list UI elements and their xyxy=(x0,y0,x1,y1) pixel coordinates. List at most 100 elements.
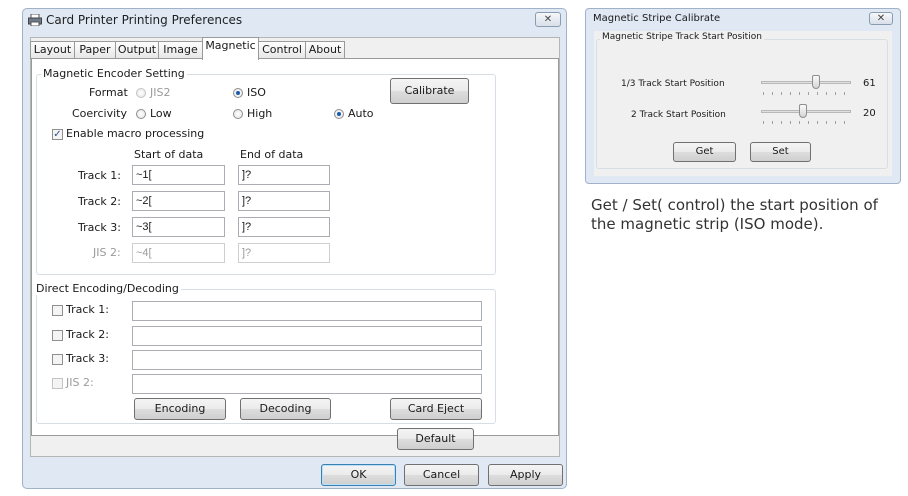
tab-control[interactable]: Control xyxy=(258,41,306,59)
direct-track3-input[interactable] xyxy=(132,350,482,370)
calibrate-window: Magnetic Stripe Calibrate ✕ Magnetic Str… xyxy=(585,8,901,184)
calibrate-close-button[interactable]: ✕ xyxy=(869,12,893,25)
coercivity-auto-radio[interactable] xyxy=(334,109,344,119)
default-button[interactable]: Default xyxy=(397,428,474,450)
calibrate-button-label: Calibrate xyxy=(404,84,455,97)
tab-label: Output xyxy=(117,43,157,56)
decoding-button[interactable]: Decoding xyxy=(240,398,331,420)
encoding-button[interactable]: Encoding xyxy=(134,398,226,420)
encoding-button-label: Encoding xyxy=(154,402,206,415)
track-start-position-group xyxy=(596,39,888,169)
close-button[interactable]: ✕ xyxy=(535,12,561,27)
direct-track2-label: Track 2: xyxy=(66,328,109,341)
slider2-value: 20 xyxy=(863,108,876,119)
slider1-ticks xyxy=(763,92,851,95)
title-bar: Card Printer Printing Preferences ✕ xyxy=(23,9,566,33)
card-eject-button-label: Card Eject xyxy=(407,402,465,415)
cancel-button-label: Cancel xyxy=(422,468,461,481)
tab-label: Control xyxy=(262,43,302,56)
coercivity-label: Coercivity xyxy=(72,107,127,120)
get-button-label: Get xyxy=(695,146,714,157)
coercivity-low-label: Low xyxy=(150,107,172,120)
default-button-label: Default xyxy=(415,432,456,445)
format-iso-radio[interactable] xyxy=(233,88,243,98)
close-icon: ✕ xyxy=(876,13,886,24)
tab-about[interactable]: About xyxy=(305,41,345,59)
coercivity-high-radio[interactable] xyxy=(233,109,243,119)
apply-button[interactable]: Apply xyxy=(488,464,563,486)
slider1-track[interactable] xyxy=(761,81,851,84)
format-jis2-radio[interactable] xyxy=(136,88,146,98)
format-iso-label: ISO xyxy=(247,86,266,99)
direct-jis2-label: JIS 2: xyxy=(66,376,94,389)
macro-processing-checkbox[interactable]: ✓ xyxy=(52,129,63,140)
track2-start-input[interactable]: ~2[ xyxy=(132,191,225,211)
track1-end-input[interactable]: ]? xyxy=(238,165,330,185)
set-button[interactable]: Set xyxy=(750,142,811,162)
get-button[interactable]: Get xyxy=(673,142,736,162)
window-title: Card Printer Printing Preferences xyxy=(46,13,243,27)
encoder-settings-legend: Magnetic Encoder Setting xyxy=(41,67,187,80)
apply-button-label: Apply xyxy=(509,468,542,481)
direct-track2-checkbox[interactable] xyxy=(52,330,63,341)
tab-paper[interactable]: Paper xyxy=(74,41,116,59)
close-icon: ✕ xyxy=(543,14,553,25)
track2-end-input[interactable]: ]? xyxy=(238,191,330,211)
jis2-label: JIS 2: xyxy=(93,246,121,259)
tab-label: Layout xyxy=(33,43,72,56)
magnetic-tab-page: Magnetic Encoder Setting Format JIS2 ISO… xyxy=(31,58,559,436)
tab-output[interactable]: Output xyxy=(115,41,159,59)
printing-preferences-window: Card Printer Printing Preferences ✕ Layo… xyxy=(22,8,567,489)
calibrate-body: Magnetic Stripe Track Start Position 1/3… xyxy=(594,31,892,176)
decoding-button-label: Decoding xyxy=(259,402,312,415)
card-eject-button[interactable]: Card Eject xyxy=(390,398,482,420)
slider2-ticks xyxy=(763,121,851,124)
direct-track1-label: Track 1: xyxy=(66,303,109,316)
printer-icon xyxy=(28,14,42,26)
direct-encoding-legend: Direct Encoding/Decoding xyxy=(34,282,181,295)
coercivity-high-label: High xyxy=(247,107,273,120)
set-button-label: Set xyxy=(772,146,789,157)
coercivity-low-radio[interactable] xyxy=(136,109,146,119)
tab-image[interactable]: Image xyxy=(158,41,203,59)
track1-label: Track 1: xyxy=(78,169,121,182)
tab-label: Magnetic xyxy=(205,39,256,52)
jis2-end-input[interactable]: ]? xyxy=(238,243,330,263)
track3-end-input[interactable]: ]? xyxy=(238,217,330,237)
direct-track1-checkbox[interactable] xyxy=(52,305,63,316)
tab-layout[interactable]: Layout xyxy=(30,41,75,59)
cancel-button[interactable]: Cancel xyxy=(404,464,479,486)
direct-track1-input[interactable] xyxy=(132,301,482,321)
tab-magnetic[interactable]: Magnetic xyxy=(202,37,259,60)
track3-label: Track 3: xyxy=(78,221,121,234)
slider1-thumb[interactable] xyxy=(811,75,820,89)
calibrate-button[interactable]: Calibrate xyxy=(390,78,469,104)
ok-button-label: OK xyxy=(350,468,367,481)
tab-label: About xyxy=(308,43,342,56)
slider1-label: 1/3 Track Start Position xyxy=(621,79,725,89)
calibrate-window-title: Magnetic Stripe Calibrate xyxy=(593,13,721,24)
direct-track2-input[interactable] xyxy=(132,326,482,346)
direct-jis2-checkbox[interactable] xyxy=(52,378,63,389)
direct-track3-label: Track 3: xyxy=(66,352,109,365)
tab-label: Image xyxy=(163,43,198,56)
direct-track3-checkbox[interactable] xyxy=(52,354,63,365)
track1-start-input[interactable]: ~1[ xyxy=(132,165,225,185)
track2-label: Track 2: xyxy=(78,195,121,208)
direct-jis2-input[interactable] xyxy=(132,374,482,394)
slider2-label: 2 Track Start Position xyxy=(631,110,726,120)
slider1-value: 61 xyxy=(863,78,876,89)
track3-start-input[interactable]: ~3[ xyxy=(132,217,225,237)
coercivity-auto-label: Auto xyxy=(348,107,374,120)
end-of-data-header: End of data xyxy=(240,148,304,161)
start-of-data-header: Start of data xyxy=(134,148,204,161)
format-jis2-label: JIS2 xyxy=(150,86,171,99)
tab-label: Paper xyxy=(79,43,111,56)
macro-processing-label: Enable macro processing xyxy=(66,127,205,140)
caption-text: Get / Set( control) the start position o… xyxy=(591,196,878,233)
jis2-start-input[interactable]: ~4[ xyxy=(132,243,225,263)
ok-button[interactable]: OK xyxy=(321,464,396,486)
slider2-thumb[interactable] xyxy=(799,104,808,118)
track-start-position-legend: Magnetic Stripe Track Start Position xyxy=(600,32,764,42)
format-label: Format xyxy=(89,86,128,99)
